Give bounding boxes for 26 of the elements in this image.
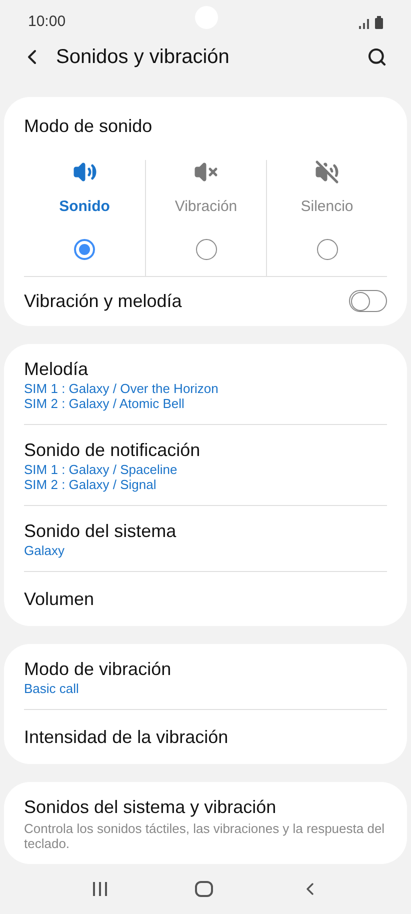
- muted-speaker-icon: [194, 160, 218, 184]
- muted-speaker-icon: [315, 160, 339, 184]
- speaker-icon: [72, 160, 96, 184]
- settings-item[interactable]: Sonido del sistema Galaxy: [24, 504, 387, 570]
- section-title: Modo de sonido: [24, 115, 154, 138]
- settings-item[interactable]: Volumen: [24, 570, 387, 626]
- page-title: Sonidos y vibración: [56, 45, 230, 70]
- settings-item[interactable]: Melodía SIM 1 : Galaxy / Over the Horizon SIM 2 : Galaxy / Atomic Bell: [24, 344, 387, 424]
- recent-apps-icon: [92, 882, 108, 896]
- battery-icon: [375, 16, 383, 28]
- status-time: 10:00: [28, 12, 66, 32]
- sound-mode-option[interactable]: Silencio: [266, 160, 387, 276]
- radio-button[interactable]: [196, 238, 216, 260]
- setting-label: Vibración y melodía: [24, 290, 182, 313]
- radio-button[interactable]: [74, 238, 95, 260]
- signal-icon: [359, 18, 371, 28]
- sound-mode-option[interactable]: Vibración: [145, 160, 266, 276]
- settings-item[interactable]: Intensidad de la vibración: [24, 708, 387, 764]
- home-icon: [194, 881, 212, 897]
- settings-item[interactable]: Modo de vibración Basic call: [24, 644, 387, 708]
- radio-button[interactable]: [316, 238, 338, 260]
- settings-item[interactable]: Sonido de notificación SIM 1 : Galaxy / Spaceline SIM 2 : Galaxy / Signal: [24, 424, 387, 504]
- toggle-switch[interactable]: [349, 290, 387, 312]
- settings-item[interactable]: Sonidos del sistema y vibración Controla los sonidos táctiles, las vibraciones y la respuesta del teclado.: [24, 782, 387, 864]
- search-icon: [367, 47, 387, 67]
- sound-mode-option[interactable]: Sonido: [24, 160, 145, 276]
